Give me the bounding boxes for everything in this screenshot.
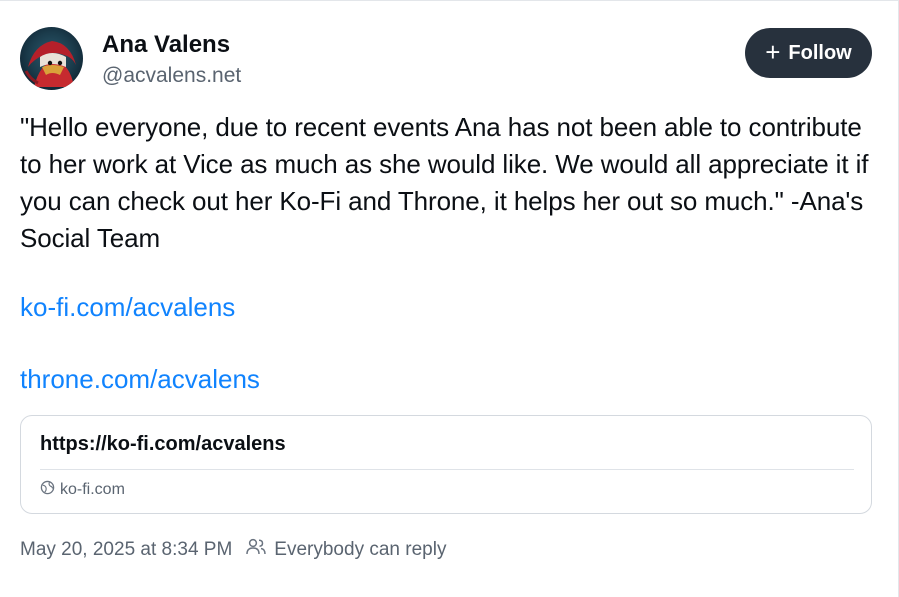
post-container: Ana Valens @acvalens.net + Follow "Hello… <box>0 0 899 597</box>
link-preview-card[interactable]: https://ko-fi.com/acvalens ko-fi.com <box>20 415 872 514</box>
people-icon <box>245 537 267 563</box>
avatar[interactable] <box>20 27 83 90</box>
post-footer: May 20, 2025 at 8:34 PM Everybody can re… <box>20 537 446 563</box>
post-text: "Hello everyone, due to recent events An… <box>20 112 869 253</box>
post-header: Ana Valens @acvalens.net + Follow <box>20 27 872 91</box>
kofi-link[interactable]: ko-fi.com/acvalens <box>20 289 235 326</box>
link-card-domain-row: ko-fi.com <box>40 480 125 500</box>
link-card-url: https://ko-fi.com/acvalens <box>40 433 286 455</box>
link-card-domain: ko-fi.com <box>60 481 125 498</box>
follow-button-label: Follow <box>788 41 852 64</box>
reply-setting-label: Everybody can reply <box>274 539 447 560</box>
plus-icon: + <box>765 37 781 67</box>
post-timestamp[interactable]: May 20, 2025 at 8:34 PM <box>20 539 232 561</box>
globe-icon <box>40 480 55 500</box>
author-names: Ana Valens @acvalens.net <box>102 31 241 90</box>
follow-button[interactable]: + Follow <box>745 28 872 78</box>
reply-setting: Everybody can reply <box>245 537 446 563</box>
link-card-divider <box>40 469 854 470</box>
throne-link[interactable]: throne.com/acvalens <box>20 361 260 398</box>
author-display-name[interactable]: Ana Valens <box>102 31 241 59</box>
author-handle[interactable]: @acvalens.net <box>102 62 241 90</box>
